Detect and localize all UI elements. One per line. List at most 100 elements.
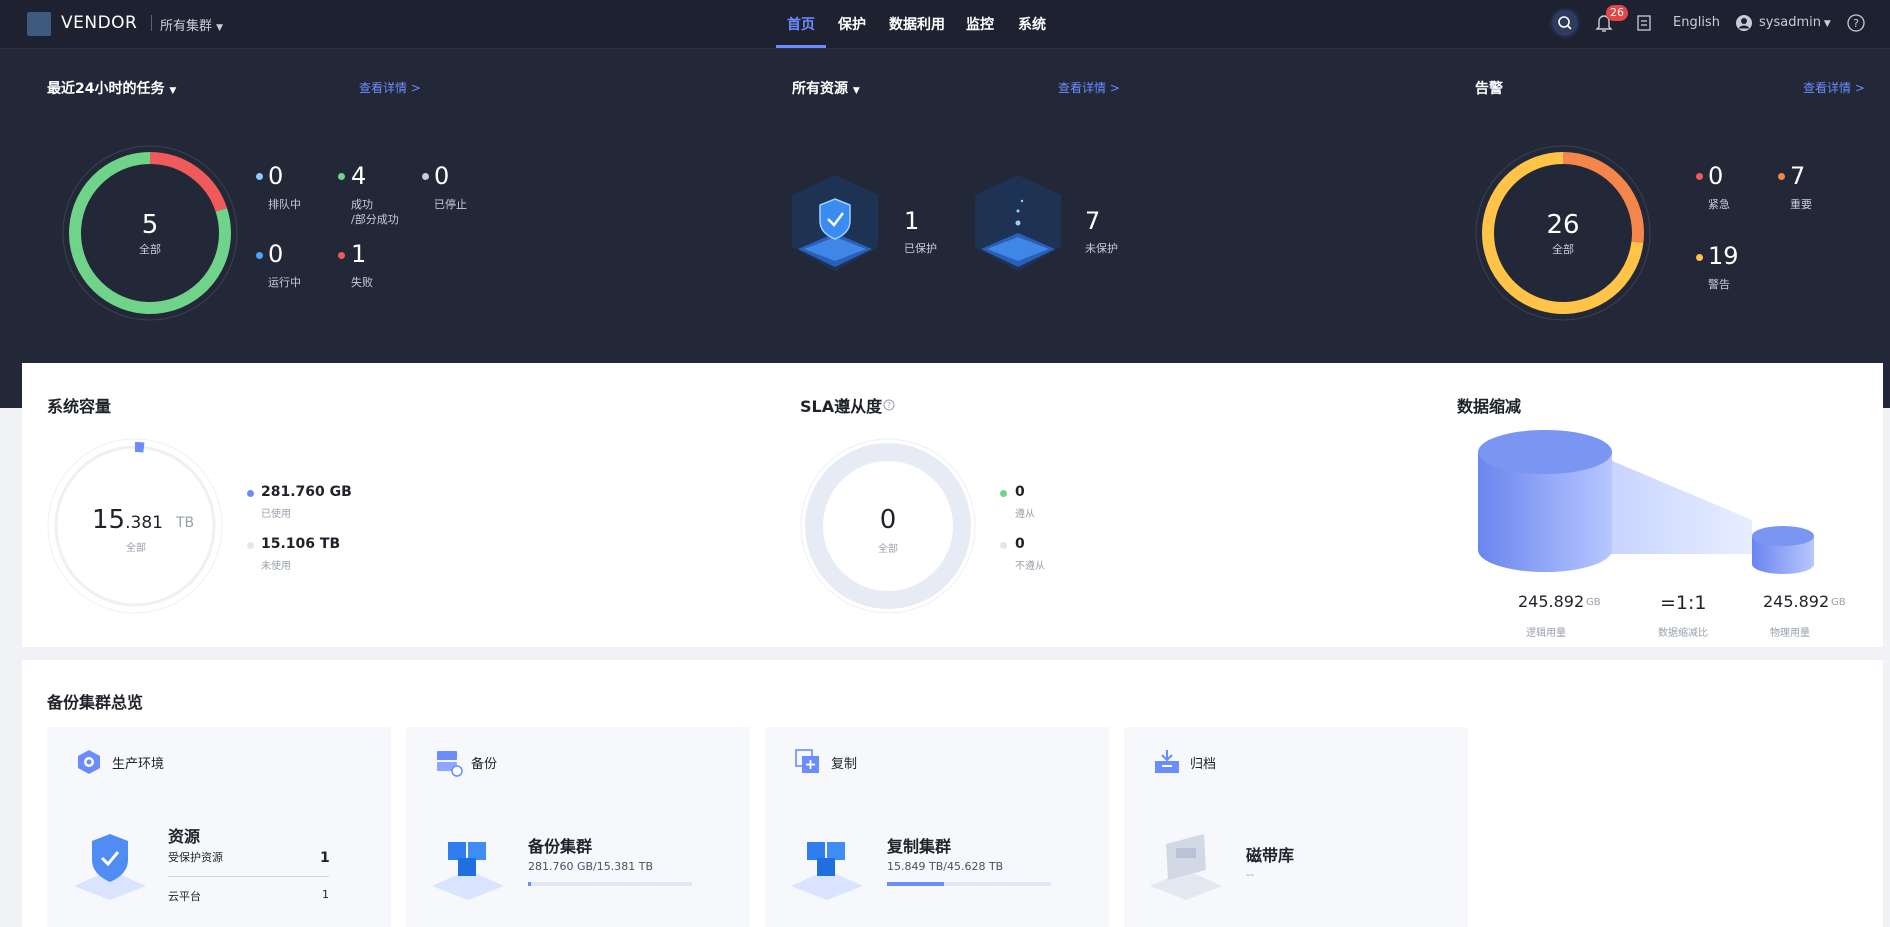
tasks-title[interactable]: 最近24小时的任务 ▼ <box>47 78 176 98</box>
unprotected-count: 7 <box>1085 207 1101 235</box>
svg-text:?: ? <box>887 401 891 410</box>
capacity-total: 15.381 <box>92 505 163 535</box>
info-icon[interactable]: ? <box>883 396 895 415</box>
sla-compliant-count: 0 <box>1015 484 1025 500</box>
nav-active-indicator <box>776 45 826 48</box>
capacity-total-label: 全部 <box>106 536 166 555</box>
alarms-major-count: 7 <box>1790 162 1806 190</box>
cluster-label: 所有集群 <box>160 19 213 34</box>
capacity-title: 系统容量 <box>47 397 112 416</box>
status-dot <box>256 252 263 259</box>
nav-monitoring[interactable]: 监控 <box>966 14 994 34</box>
help-icon[interactable]: ? <box>1847 14 1865 36</box>
row-divider <box>168 876 329 877</box>
tasks-success-count: 4 <box>351 162 367 190</box>
tasks-queued-label: 排队中 <box>268 198 301 211</box>
alarms-detail-link[interactable]: 查看详情 > <box>1803 79 1865 96</box>
data-reduction-illustration <box>1476 428 1820 582</box>
status-dot <box>1778 173 1785 180</box>
sla-noncompliant-label: 不遵从 <box>1015 561 1045 572</box>
nav-home[interactable]: 首页 <box>787 14 815 34</box>
header-divider <box>151 15 152 31</box>
backup-usage-bar <box>528 882 692 886</box>
resource-shield-icon <box>72 830 148 904</box>
capacity-total-int: 15 <box>92 505 126 535</box>
resource-name: 资源 <box>168 827 201 846</box>
status-dot <box>338 173 345 180</box>
resources-title[interactable]: 所有资源 ▼ <box>792 78 860 98</box>
cluster-selector[interactable]: 所有集群 ▼ <box>160 15 223 34</box>
replication-cluster-cubes-icon <box>789 830 865 904</box>
backup-cluster-usage: 281.760 GB/15.381 TB <box>528 860 654 873</box>
vendor-logo-icon <box>27 12 51 36</box>
logical-usage-label: 逻辑用量 <box>1526 628 1566 639</box>
tasks-total: 5 <box>141 210 159 240</box>
sla-noncompliant-count: 0 <box>1015 536 1025 552</box>
replication-usage-bar-fill <box>887 882 944 886</box>
backup-server-icon <box>435 749 463 781</box>
protected-shield-icon <box>792 175 878 275</box>
chevron-down-icon: ▼ <box>169 86 177 96</box>
task-list-icon[interactable] <box>1637 15 1651 35</box>
capacity-used-value: 281.760 GB <box>261 484 352 500</box>
tasks-queued-count: 0 <box>268 162 284 190</box>
alarms-warning-label: 警告 <box>1708 278 1730 291</box>
tasks-title-text: 最近24小时的任务 <box>47 81 165 97</box>
physical-usage-label: 物理用量 <box>1770 628 1810 639</box>
sla-total-label-text: 全部 <box>878 544 898 555</box>
tasks-detail-link[interactable]: 查看详情 > <box>359 79 421 96</box>
notification-count-badge: 26 <box>1606 5 1628 21</box>
status-dot <box>338 252 345 259</box>
replication-card-header: 复制 <box>831 757 858 772</box>
tape-library-icon <box>1148 830 1224 904</box>
physical-usage-unit: GB <box>1831 597 1846 608</box>
protected-resources-value[interactable]: 1 <box>320 850 330 866</box>
replication-cluster-name[interactable]: 复制集群 <box>887 833 951 857</box>
nav-system[interactable]: 系统 <box>1018 14 1046 34</box>
status-dot <box>1000 490 1007 497</box>
search-icon[interactable] <box>1554 12 1576 34</box>
tasks-success-label: 成功 /部分成功 <box>351 198 399 226</box>
alarms-critical-count: 0 <box>1708 162 1724 190</box>
logical-usage-value: 245.892 <box>1518 592 1585 611</box>
alarms-title: 告警 <box>1475 81 1503 97</box>
status-dot <box>247 490 254 497</box>
sla-title: SLA遵从度 <box>800 397 883 416</box>
reduction-title: 数据缩减 <box>1457 397 1522 416</box>
nav-data-utilization[interactable]: 数据利用 <box>889 14 945 34</box>
brand-name: VENDOR <box>61 13 138 33</box>
tasks-running-label: 运行中 <box>268 276 301 289</box>
language-switch[interactable]: English <box>1673 15 1720 30</box>
replication-usage-bar <box>887 882 1051 886</box>
chevron-down-icon: ▼ <box>852 86 860 96</box>
unprotected-cube-icon <box>975 175 1061 275</box>
production-card-header: 生产环境 <box>112 757 165 772</box>
protected-resources-label: 受保护资源 <box>168 851 223 864</box>
capacity-used-label: 已使用 <box>261 509 291 520</box>
tape-library-usage: -- <box>1246 868 1254 881</box>
reduction-ratio-label: 数据缩减比 <box>1658 628 1708 639</box>
chevron-down-icon: ▼ <box>1820 19 1831 29</box>
reduction-ratio: =1:1 <box>1660 592 1707 614</box>
protected-count: 1 <box>904 207 920 235</box>
resources-detail-link[interactable]: 查看详情 > <box>1058 79 1120 96</box>
nav-protection[interactable]: 保护 <box>838 14 866 34</box>
archive-icon <box>1154 749 1180 779</box>
tape-library-name[interactable]: 磁带库 <box>1246 842 1294 866</box>
status-dot <box>256 173 263 180</box>
protected-label: 已保护 <box>904 242 937 255</box>
production-env-icon <box>76 749 102 779</box>
sla-compliant-label: 遵从 <box>1015 509 1035 520</box>
replication-cluster-usage: 15.849 TB/45.628 TB <box>887 860 1004 873</box>
tasks-stopped-count: 0 <box>434 162 450 190</box>
cloud-platform-value[interactable]: 1 <box>322 888 329 901</box>
backup-cluster-name[interactable]: 备份集群 <box>528 833 592 857</box>
tasks-failed-count: 1 <box>351 240 367 268</box>
status-dot <box>1000 542 1007 549</box>
tasks-failed-label: 失败 <box>351 276 373 289</box>
user-menu[interactable]: sysadmin ▼ <box>1759 15 1831 30</box>
alarms-major-label: 重要 <box>1790 198 1812 211</box>
status-dot <box>1696 254 1703 261</box>
backup-cluster-cubes-icon <box>430 830 506 904</box>
capacity-total-label-text: 全部 <box>126 543 146 554</box>
